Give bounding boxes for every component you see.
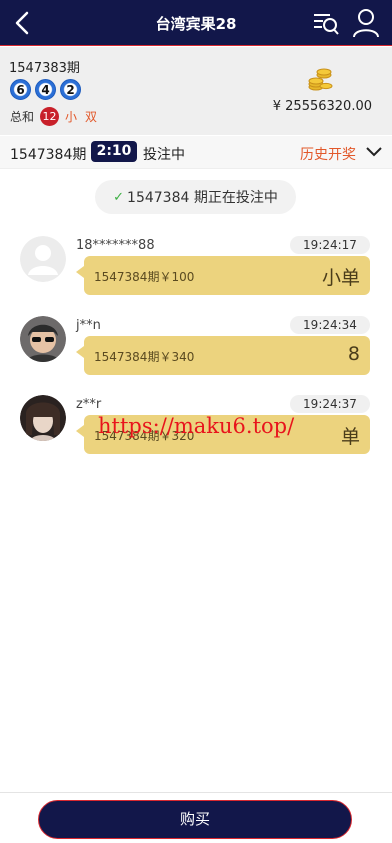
sum-label: 总和 xyxy=(10,110,35,124)
username: z**r xyxy=(76,397,102,412)
balance-amount: ¥ 25556320.00 xyxy=(272,99,372,114)
bet-amount: 1547384期￥340 xyxy=(94,350,195,364)
coins-icon xyxy=(308,68,333,91)
username: j**n xyxy=(76,318,101,333)
sum-badge: 12 xyxy=(40,107,60,126)
parity-tag: 双 xyxy=(85,110,98,124)
message-time: 19:24:37 xyxy=(290,395,370,413)
user-photo-avatar xyxy=(20,316,66,362)
betting-status: 投注中 xyxy=(143,147,185,163)
message-time: 19:24:17 xyxy=(290,236,370,254)
betting-notice: ✓ 1547384 期正在投注中 xyxy=(95,180,296,214)
last-draw-panel: 1547383期 6 4 2 总和 12 小 双 ¥ 25556320.00 xyxy=(0,47,392,135)
buy-button[interactable]: 购买 xyxy=(38,800,352,839)
avatar[interactable] xyxy=(20,236,66,282)
top-navbar: 台湾宾果28 xyxy=(0,0,392,46)
bet-pick: 单 xyxy=(340,426,360,448)
message-time: 19:24:34 xyxy=(290,316,370,334)
bottom-bar: 购买 xyxy=(0,792,392,843)
avatar[interactable] xyxy=(20,316,66,362)
bet-pick: 8 xyxy=(347,343,360,365)
chevron-down-icon[interactable] xyxy=(365,145,383,159)
bet-bubble: 1547384期￥340 8 xyxy=(76,336,370,375)
bet-amount: 1547384期￥100 xyxy=(94,270,195,284)
current-period: 1547384期 xyxy=(10,147,87,163)
sum-row: 总和 12 小 双 xyxy=(10,107,105,126)
countdown-timer: 2:10 xyxy=(91,141,137,162)
user-photo-avatar xyxy=(20,395,66,441)
result-balls: 6 4 2 xyxy=(10,79,81,100)
username: 18*******88 xyxy=(76,238,155,253)
chat-message: 18*******88 19:24:17 1547384期￥100 小单 xyxy=(0,236,392,306)
size-tag: 小 xyxy=(65,110,78,124)
default-avatar-icon xyxy=(20,236,66,282)
chat-message: j**n 19:24:34 1547384期￥340 8 xyxy=(0,316,392,386)
user-profile-icon[interactable] xyxy=(352,8,380,38)
result-ball: 2 xyxy=(60,79,81,100)
watermark-url: https://maku6.top/ xyxy=(98,414,295,438)
bet-bubble: 1547384期￥100 小单 xyxy=(76,256,370,295)
result-ball: 6 xyxy=(10,79,31,100)
bet-pick: 小单 xyxy=(321,267,360,289)
last-period: 1547383期 xyxy=(9,61,80,76)
avatar[interactable] xyxy=(20,395,66,441)
result-ball: 4 xyxy=(35,79,56,100)
history-results-link[interactable]: 历史开奖 xyxy=(300,144,356,164)
notice-text: 1547384 期正在投注中 xyxy=(127,190,278,206)
check-icon: ✓ xyxy=(113,189,125,205)
current-period-bar: 1547384期 2:10 投注中 历史开奖 xyxy=(0,136,392,169)
list-search-icon[interactable] xyxy=(312,10,340,36)
